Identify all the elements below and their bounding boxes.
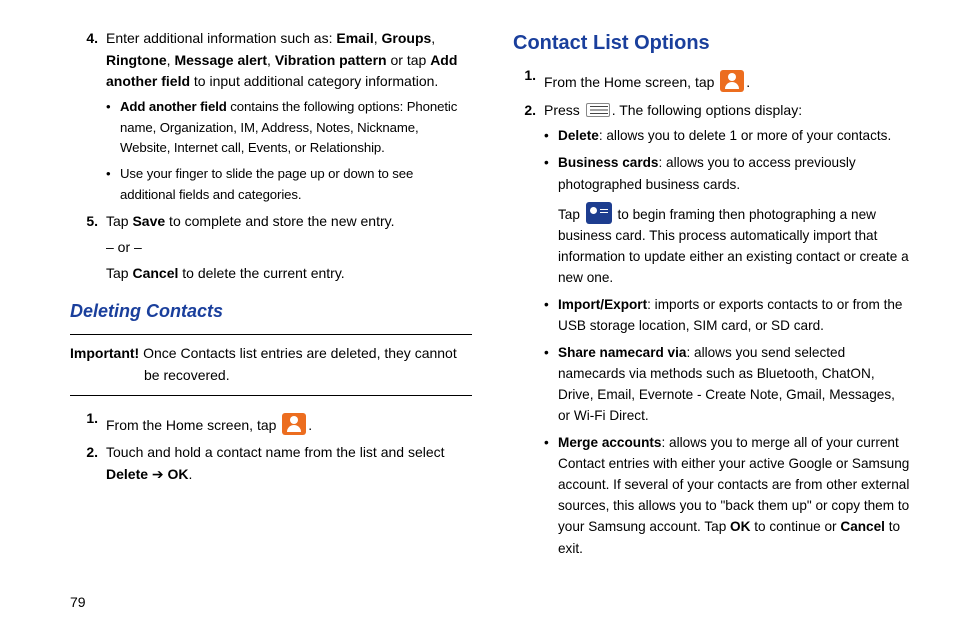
body-text: Tap Cancel to delete the current entry. [106, 263, 472, 285]
list-number: 2. [70, 442, 98, 464]
menu-icon [586, 103, 610, 117]
delete-step-1: 1. From the Home screen, tap . [70, 408, 472, 437]
option-step-2: 2. Press . The following options display… [508, 100, 910, 559]
label-ok: OK [730, 519, 750, 534]
step-5: 5. Tap Save to complete and store the ne… [70, 211, 472, 284]
bullet-add-another-field: Add another field contains the following… [106, 97, 472, 158]
list-number: 5. [70, 211, 98, 233]
label-cancel: Cancel [840, 519, 885, 534]
delete-step-2: 2. Touch and hold a contact name from th… [70, 442, 472, 485]
contacts-icon [720, 70, 744, 92]
option-business-cards: Business cards: allows you to access pre… [544, 152, 910, 287]
option-delete: Delete: allows you to delete 1 or more o… [544, 125, 910, 146]
label-groups: Groups [382, 30, 432, 46]
label-vibration-pattern: Vibration pattern [275, 52, 387, 68]
list-number: 2. [508, 100, 536, 122]
list-number: 1. [508, 65, 536, 87]
important-callout: Important! Once Contacts list entries ar… [70, 334, 472, 395]
right-column: Contact List Options 1. From the Home sc… [508, 28, 910, 616]
label-save: Save [132, 213, 165, 229]
step-4: 4. Enter additional information such as:… [70, 28, 472, 205]
body-text: Enter additional information such as: [106, 30, 336, 46]
label-delete: Delete [106, 466, 148, 482]
list-number: 1. [70, 408, 98, 430]
heading-deleting-contacts: Deleting Contacts [70, 298, 472, 326]
label-message-alert: Message alert [174, 52, 267, 68]
contacts-icon [282, 413, 306, 435]
option-share-namecard: Share namecard via: allows you send sele… [544, 342, 910, 426]
page-number: 79 [70, 594, 86, 610]
list-number: 4. [70, 28, 98, 50]
option-step-1: 1. From the Home screen, tap . [508, 65, 910, 94]
label-email: Email [336, 30, 373, 46]
heading-contact-list-options: Contact List Options [513, 28, 910, 59]
label-ringtone: Ringtone [106, 52, 167, 68]
bullet-finger-slide: Use your finger to slide the page up or … [106, 164, 472, 205]
option-import-export: Import/Export: imports or exports contac… [544, 294, 910, 336]
or-separator: – or – [106, 237, 472, 259]
important-label: Important! [70, 345, 139, 361]
option-merge-accounts: Merge accounts: allows you to merge all … [544, 432, 910, 558]
label-ok: OK [168, 466, 189, 482]
label-cancel: Cancel [132, 265, 178, 281]
business-card-icon [586, 202, 612, 224]
left-column: 4. Enter additional information such as:… [70, 28, 472, 616]
